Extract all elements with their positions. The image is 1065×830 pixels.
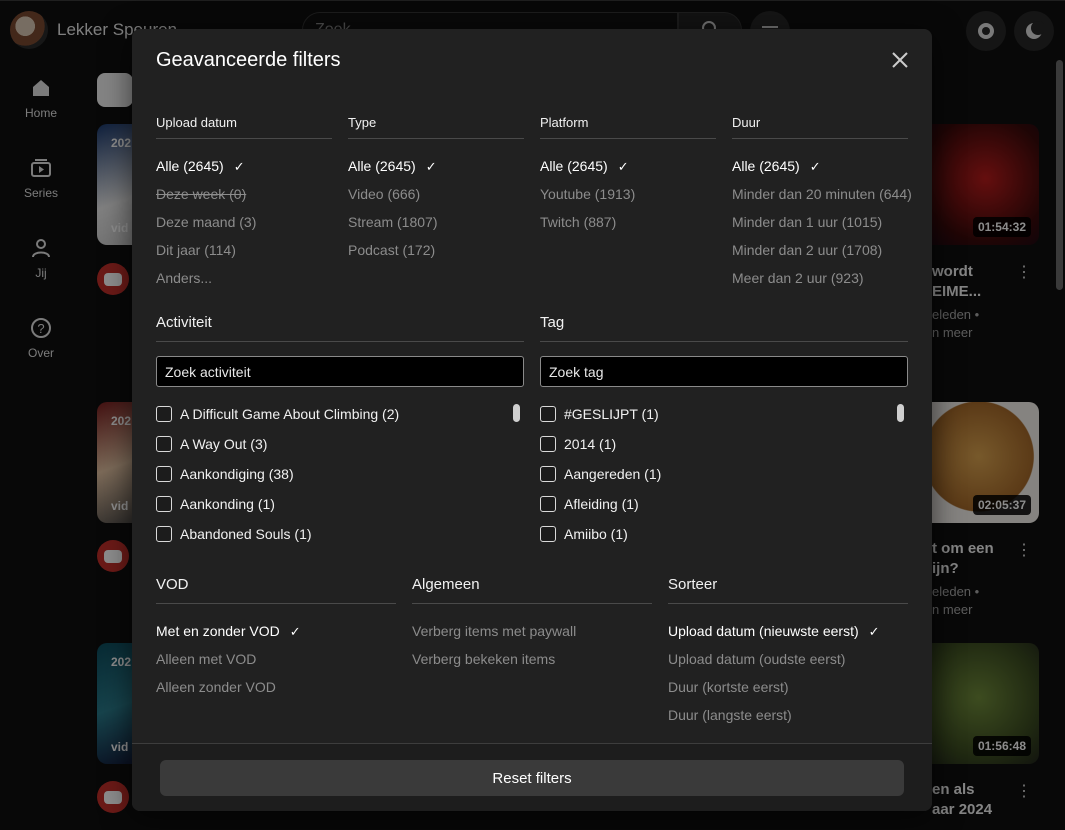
tag-search-input[interactable] [540, 356, 908, 387]
checkbox[interactable] [156, 526, 172, 542]
type-heading: Type [348, 115, 524, 139]
activity-list-scrollbar[interactable] [513, 404, 520, 422]
advanced-filters-dialog: Geavanceerde filters Upload datum Alle (… [132, 29, 932, 811]
activity-checkbox-item[interactable]: Aankonding (1) [156, 496, 275, 512]
checkbox[interactable] [540, 526, 556, 542]
close-icon[interactable] [890, 50, 910, 70]
checkbox[interactable] [540, 496, 556, 512]
tag-checkbox-item[interactable]: #GESLIJPT (1) [540, 406, 659, 422]
general-heading: Algemeen [412, 576, 652, 604]
activity-checkbox-item[interactable]: Aankondiging (38) [156, 466, 294, 482]
platform-option[interactable]: Twitch (887) [540, 214, 616, 230]
upload-option: Deze week (0) [156, 186, 247, 202]
check-icon: ✓ [425, 159, 437, 174]
general-option[interactable]: Verberg items met paywall [412, 623, 576, 639]
vod-heading: VOD [156, 576, 396, 604]
duration-option[interactable]: Minder dan 20 minuten (644) [732, 186, 912, 202]
platform-heading: Platform [540, 115, 716, 139]
tag-checkbox-item[interactable]: Aangereden (1) [540, 466, 661, 482]
activity-checkbox-item[interactable]: A Way Out (3) [156, 436, 267, 452]
platform-option[interactable]: Alle (2645) ✓ [540, 158, 629, 175]
checkbox[interactable] [156, 466, 172, 482]
upload-option[interactable]: Deze maand (3) [156, 214, 256, 230]
check-icon: ✓ [289, 624, 301, 639]
activity-search-input[interactable] [156, 356, 524, 387]
tag-checkbox-item[interactable]: Afleiding (1) [540, 496, 639, 512]
sort-option[interactable]: Duur (langste eerst) [668, 707, 792, 723]
check-icon: ✓ [233, 159, 245, 174]
dialog-footer: Reset filters [132, 743, 932, 811]
duration-option[interactable]: Minder dan 1 uur (1015) [732, 214, 882, 230]
type-option[interactable]: Alle (2645) ✓ [348, 158, 437, 175]
tag-checkbox-item[interactable]: 2014 (1) [540, 436, 616, 452]
upload-option[interactable]: Anders... [156, 270, 212, 286]
type-option[interactable]: Podcast (172) [348, 242, 435, 258]
checkbox[interactable] [156, 406, 172, 422]
checkbox[interactable] [156, 496, 172, 512]
upload-option[interactable]: Alle (2645) ✓ [156, 158, 245, 175]
upload-option[interactable]: Dit jaar (114) [156, 242, 236, 258]
vod-option[interactable]: Alleen met VOD [156, 651, 256, 667]
check-icon: ✓ [809, 159, 821, 174]
upload-date-heading: Upload datum [156, 115, 332, 139]
duration-option[interactable]: Alle (2645) ✓ [732, 158, 821, 175]
checkbox[interactable] [156, 436, 172, 452]
dialog-title: Geavanceerde filters [156, 49, 341, 71]
reset-filters-button[interactable]: Reset filters [160, 760, 904, 796]
checkbox[interactable] [540, 406, 556, 422]
duration-option[interactable]: Minder dan 2 uur (1708) [732, 242, 882, 258]
check-icon: ✓ [868, 624, 880, 639]
duration-option[interactable]: Meer dan 2 uur (923) [732, 270, 864, 286]
type-option[interactable]: Video (666) [348, 186, 420, 202]
type-option[interactable]: Stream (1807) [348, 214, 437, 230]
duration-heading: Duur [732, 115, 908, 139]
activity-checkbox-item[interactable]: Abandoned Souls (1) [156, 526, 312, 542]
sort-option[interactable]: Upload datum (oudste eerst) [668, 651, 845, 667]
activity-checkbox-item[interactable]: A Difficult Game About Climbing (2) [156, 406, 399, 422]
tag-heading: Tag [540, 314, 908, 342]
sort-option[interactable]: Duur (kortste eerst) [668, 679, 789, 695]
general-option[interactable]: Verberg bekeken items [412, 651, 555, 667]
vod-option[interactable]: Met en zonder VOD ✓ [156, 623, 301, 640]
sort-heading: Sorteer [668, 576, 908, 604]
check-icon: ✓ [617, 159, 629, 174]
activity-heading: Activiteit [156, 314, 524, 342]
sort-option[interactable]: Upload datum (nieuwste eerst) ✓ [668, 623, 880, 640]
platform-option[interactable]: Youtube (1913) [540, 186, 635, 202]
checkbox[interactable] [540, 466, 556, 482]
vod-option[interactable]: Alleen zonder VOD [156, 679, 276, 695]
tag-list-scrollbar[interactable] [897, 404, 904, 422]
tag-checkbox-item[interactable]: Amiibo (1) [540, 526, 628, 542]
checkbox[interactable] [540, 436, 556, 452]
